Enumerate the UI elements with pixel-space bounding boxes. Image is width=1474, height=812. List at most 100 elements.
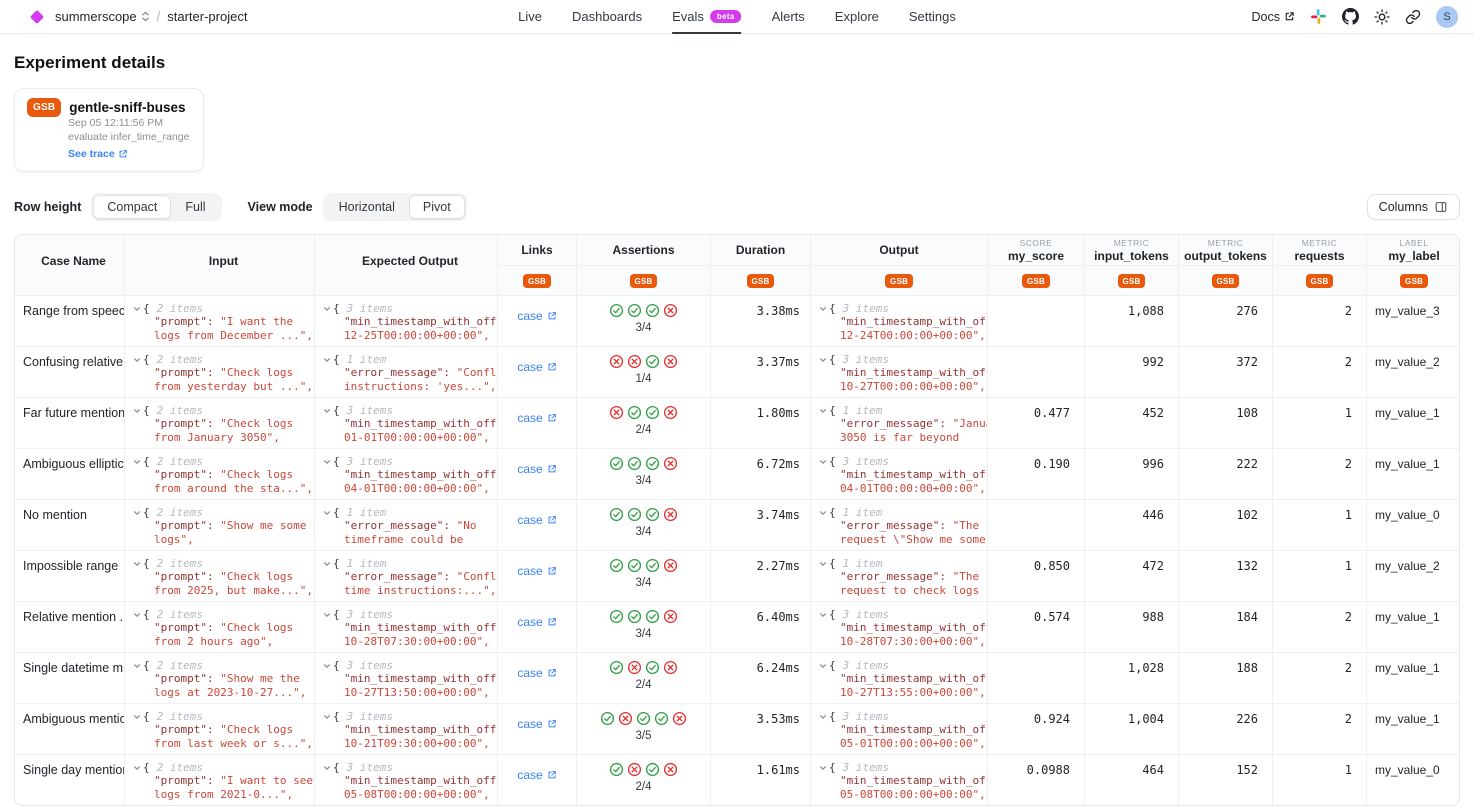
json-cell: {1 item"error_message": "Notimeframe cou… bbox=[315, 499, 498, 550]
my-label-cell: my_value_1 bbox=[1367, 652, 1460, 703]
nav-item-settings[interactable]: Settings bbox=[909, 0, 956, 34]
expander-chevron-icon[interactable] bbox=[819, 560, 827, 568]
expander-chevron-icon[interactable] bbox=[133, 560, 141, 568]
expander-chevron-icon[interactable] bbox=[133, 305, 141, 313]
row-height-full-button[interactable]: Full bbox=[171, 195, 219, 219]
json-cell: {2 items"prompt": "Check logsfrom yester… bbox=[125, 346, 315, 397]
json-cell: {2 items"prompt": "Check logsfrom 2025, … bbox=[125, 550, 315, 601]
org-switcher[interactable]: summerscope bbox=[55, 9, 150, 24]
expander-chevron-icon[interactable] bbox=[323, 611, 331, 619]
slack-button[interactable] bbox=[1310, 8, 1327, 25]
column-experiment-badge-cell: GSB bbox=[811, 265, 988, 295]
case-trace-link[interactable]: case bbox=[517, 717, 556, 731]
expander-chevron-icon[interactable] bbox=[323, 458, 331, 466]
nav-item-label: Evals bbox=[672, 9, 704, 24]
json-line: "min_timestamp_with_offset" bbox=[840, 468, 987, 482]
expander-chevron-icon[interactable] bbox=[323, 509, 331, 517]
assertion-score: 3/4 bbox=[577, 322, 710, 334]
json-preview-header: {2 items bbox=[133, 557, 314, 570]
expander-chevron-icon[interactable] bbox=[819, 305, 827, 313]
expander-chevron-icon[interactable] bbox=[323, 662, 331, 670]
nav-item-live[interactable]: Live bbox=[518, 0, 542, 34]
json-preview-header: {3 items bbox=[819, 608, 987, 621]
json-value: 01-01T00:00:00+00:00", bbox=[344, 431, 490, 444]
json-line: logs at 2023-10-27...", bbox=[154, 686, 314, 700]
check-circle-icon bbox=[645, 609, 660, 624]
duration-cell: 6.24ms bbox=[711, 652, 811, 703]
nav-item-explore[interactable]: Explore bbox=[835, 0, 879, 34]
columns-button[interactable]: Columns bbox=[1367, 194, 1460, 220]
expander-chevron-icon[interactable] bbox=[819, 662, 827, 670]
view-mode-horizontal-button[interactable]: Horizontal bbox=[325, 195, 409, 219]
expander-chevron-icon[interactable] bbox=[323, 713, 331, 721]
my-label-cell: my_value_1 bbox=[1367, 703, 1460, 754]
expander-chevron-icon[interactable] bbox=[323, 407, 331, 415]
see-trace-link[interactable]: See trace bbox=[68, 148, 128, 160]
expander-chevron-icon[interactable] bbox=[819, 713, 827, 721]
json-line: 10-21T09:30:00+00:00", bbox=[344, 737, 497, 751]
theme-toggle-button[interactable] bbox=[1374, 9, 1390, 25]
expander-chevron-icon[interactable] bbox=[323, 305, 331, 313]
case-trace-link[interactable]: case bbox=[517, 768, 556, 782]
expander-chevron-icon[interactable] bbox=[133, 509, 141, 517]
case-trace-link[interactable]: case bbox=[517, 513, 556, 527]
check-circle-icon bbox=[645, 456, 660, 471]
nav-item-alerts[interactable]: Alerts bbox=[772, 0, 805, 34]
column-header-label: output_tokens bbox=[1184, 249, 1267, 263]
chevron-down-icon bbox=[133, 509, 141, 517]
expander-chevron-icon[interactable] bbox=[323, 764, 331, 772]
check-circle-icon bbox=[645, 507, 660, 522]
nav-item-dashboards[interactable]: Dashboards bbox=[572, 0, 642, 34]
expander-chevron-icon[interactable] bbox=[323, 560, 331, 568]
case-trace-link[interactable]: case bbox=[517, 462, 556, 476]
expander-chevron-icon[interactable] bbox=[819, 407, 827, 415]
view-mode-pivot-button[interactable]: Pivot bbox=[409, 195, 465, 219]
expander-chevron-icon[interactable] bbox=[133, 356, 141, 364]
case-trace-link[interactable]: case bbox=[517, 564, 556, 578]
expander-chevron-icon[interactable] bbox=[133, 407, 141, 415]
share-link-button[interactable] bbox=[1405, 9, 1421, 25]
chevron-down-icon bbox=[133, 458, 141, 466]
expander-chevron-icon[interactable] bbox=[133, 611, 141, 619]
expander-chevron-icon[interactable] bbox=[819, 611, 827, 619]
expander-chevron-icon[interactable] bbox=[819, 356, 827, 364]
case-trace-link[interactable]: case bbox=[517, 615, 556, 629]
column-experiment-badge-cell: GSB bbox=[498, 265, 577, 295]
expander-chevron-icon[interactable] bbox=[819, 458, 827, 466]
case-trace-link[interactable]: case bbox=[517, 360, 556, 374]
json-key: "prompt": bbox=[154, 366, 220, 379]
links-cell: case bbox=[498, 550, 577, 601]
experiment-name: gentle-sniff-buses bbox=[69, 100, 185, 115]
row-height-label: Row height bbox=[14, 200, 81, 214]
docs-link[interactable]: Docs bbox=[1252, 10, 1295, 24]
case-trace-link[interactable]: case bbox=[517, 666, 556, 680]
json-key: "error_message": bbox=[840, 570, 953, 583]
x-circle-icon bbox=[627, 354, 642, 369]
assertion-result-icons bbox=[577, 507, 710, 522]
json-preview-header: {2 items bbox=[133, 455, 314, 468]
json-open-brace: { bbox=[333, 404, 340, 417]
case-trace-link[interactable]: case bbox=[517, 411, 556, 425]
expander-chevron-icon[interactable] bbox=[819, 509, 827, 517]
github-button[interactable] bbox=[1342, 8, 1359, 25]
expander-chevron-icon[interactable] bbox=[133, 458, 141, 466]
expander-chevron-icon[interactable] bbox=[133, 764, 141, 772]
expander-chevron-icon[interactable] bbox=[323, 356, 331, 364]
expander-chevron-icon[interactable] bbox=[819, 764, 827, 772]
json-key: "prompt": bbox=[154, 774, 220, 787]
case-trace-link[interactable]: case bbox=[517, 309, 556, 323]
json-key: "min_timestamp_with_offset" bbox=[840, 315, 987, 328]
row-height-compact-button[interactable]: Compact bbox=[93, 195, 171, 219]
nav-item-evals[interactable]: Evalsbeta bbox=[672, 0, 741, 34]
expander-chevron-icon[interactable] bbox=[133, 662, 141, 670]
json-value: "Check logs bbox=[220, 570, 293, 583]
expander-chevron-icon[interactable] bbox=[133, 713, 141, 721]
avatar[interactable]: S bbox=[1436, 6, 1458, 28]
project-name[interactable]: starter-project bbox=[167, 9, 247, 24]
json-cell: {3 items"min_timestamp_with_offset"10-27… bbox=[315, 652, 498, 703]
json-line: "min_timestamp_with_offset" bbox=[840, 672, 987, 686]
x-circle-icon bbox=[663, 507, 678, 522]
json-cell: {3 items"min_timestamp_with_offset"12-24… bbox=[811, 295, 988, 346]
table-row: Far future mention{2 items"prompt": "Che… bbox=[15, 397, 1460, 448]
json-cell: {1 item"error_message": "Therequest \"Sh… bbox=[811, 499, 988, 550]
